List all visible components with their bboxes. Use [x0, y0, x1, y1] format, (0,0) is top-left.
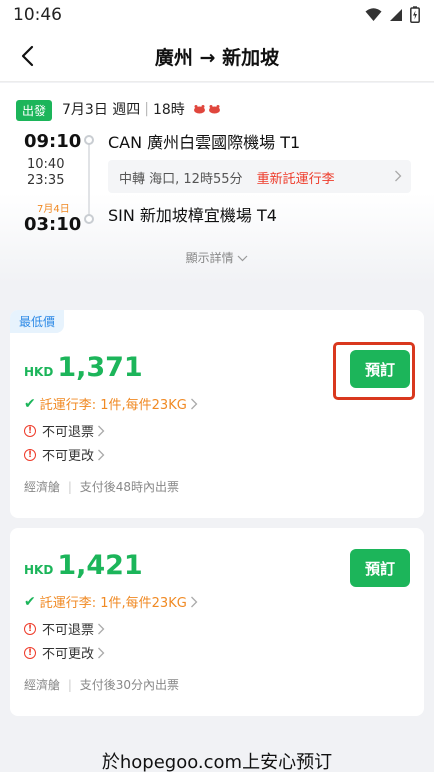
ticketing-time: 支付後48時內出票	[79, 480, 179, 494]
currency: HKD	[24, 563, 54, 577]
cabin-class: 經濟艙	[24, 678, 61, 692]
warning-icon: !	[24, 448, 36, 461]
chevron-right-icon	[190, 596, 198, 607]
show-details-link[interactable]: 顯示詳情	[0, 249, 434, 266]
refund-rule[interactable]: ! 不可退票	[24, 619, 105, 638]
flight-summary: 出發 7月3日 週四 | 18時 09:10 10:40 23:35 7月4日 …	[0, 83, 434, 283]
timeline-dot	[84, 214, 94, 224]
arrival-airport: SIN 新加坡樟宜機場 T4	[108, 206, 277, 225]
change-rule[interactable]: ! 不可更改	[24, 445, 105, 464]
offer-price: HKD 1,371	[24, 352, 143, 383]
offer-card: HKD 1,421 ✔ 託運行李: 1件,每件23KG ! 不可退票 ! 不可更…	[10, 528, 424, 716]
lowest-price-tag: 最低價	[10, 310, 65, 333]
chevron-right-icon	[98, 647, 105, 658]
separator: |	[67, 480, 72, 494]
change-rule[interactable]: ! 不可更改	[24, 643, 105, 662]
timeline-line	[88, 139, 90, 221]
book-button[interactable]: 預訂	[350, 350, 410, 388]
ticketing-time: 支付後30分內出票	[79, 678, 179, 692]
warning-icon: !	[24, 646, 36, 659]
separator: |	[67, 678, 72, 692]
watermark-caption: 於hopegoo.com上安心预订	[101, 752, 333, 772]
meal-icon	[193, 105, 205, 114]
battery-icon	[410, 6, 420, 23]
offer-footer: 經濟艙 | 支付後30分內出票	[24, 676, 179, 693]
wifi-icon	[365, 7, 382, 21]
flight-duration: 18時	[152, 102, 185, 118]
chevron-right-icon	[98, 425, 105, 436]
refund-label: 不可退票	[42, 623, 95, 638]
offer-footer: 經濟艙 | 支付後48時內出票	[24, 478, 179, 495]
warning-icon: !	[24, 424, 36, 437]
baggage-info[interactable]: ✔ 託運行李: 1件,每件23KG	[24, 394, 198, 413]
offer-price: HKD 1,421	[24, 550, 143, 581]
transfer-arrival-time: 10:40	[27, 157, 65, 172]
transfer-info: 中轉 海口, 12時55分	[119, 172, 243, 187]
baggage-label: 託運行李: 1件,每件23KG	[39, 398, 187, 413]
check-icon: ✔	[24, 593, 36, 610]
departure-airport: CAN 廣州白雲國際機場 T1	[108, 133, 301, 152]
meal-icon	[208, 105, 220, 114]
change-label: 不可更改	[42, 647, 95, 662]
cabin-class: 經濟艙	[24, 480, 61, 494]
header: 廣州 → 新加坡	[0, 30, 434, 82]
arrival-time: 03:10	[24, 214, 82, 235]
meal-icons	[193, 104, 221, 114]
chevron-right-icon	[98, 623, 105, 634]
chevron-down-icon	[237, 255, 248, 262]
departure-time: 09:10	[24, 131, 82, 152]
price-amount: 1,421	[57, 550, 143, 581]
book-button[interactable]: 預訂	[350, 549, 410, 587]
transfer-departure-time: 23:35	[27, 173, 65, 188]
warning-icon: !	[24, 622, 36, 635]
arrival-date: 7月4日	[37, 204, 70, 215]
baggage-label: 託運行李: 1件,每件23KG	[39, 596, 187, 611]
timeline-dot	[84, 135, 94, 145]
change-label: 不可更改	[42, 449, 95, 464]
status-time: 10:46	[13, 5, 62, 25]
show-details-label: 顯示詳情	[185, 251, 234, 265]
baggage-info[interactable]: ✔ 託運行李: 1件,每件23KG	[24, 592, 198, 611]
depart-info: 7月3日 週四 | 18時	[62, 99, 221, 119]
refund-label: 不可退票	[42, 425, 95, 440]
depart-badge: 出發	[16, 100, 53, 121]
refund-rule[interactable]: ! 不可退票	[24, 421, 105, 440]
signal-icon	[390, 8, 402, 21]
status-bar: 10:46	[0, 0, 434, 30]
transfer-info-row[interactable]: 中轉 海口, 12時55分 重新託運行李	[108, 160, 411, 193]
currency: HKD	[24, 365, 54, 379]
separator: |	[144, 101, 149, 117]
price-amount: 1,371	[57, 352, 143, 383]
status-icons	[365, 6, 420, 23]
chevron-right-icon	[98, 449, 105, 460]
page-title: 廣州 → 新加坡	[154, 47, 280, 69]
check-icon: ✔	[24, 395, 36, 412]
chevron-right-icon	[190, 398, 198, 409]
chevron-right-icon	[395, 170, 402, 182]
offer-card: 最低價 HKD 1,371 ✔ 託運行李: 1件,每件23KG ! 不可退票 !…	[10, 310, 424, 518]
recheck-baggage-notice: 重新託運行李	[256, 172, 335, 187]
flight-date: 7月3日 週四	[62, 102, 141, 118]
